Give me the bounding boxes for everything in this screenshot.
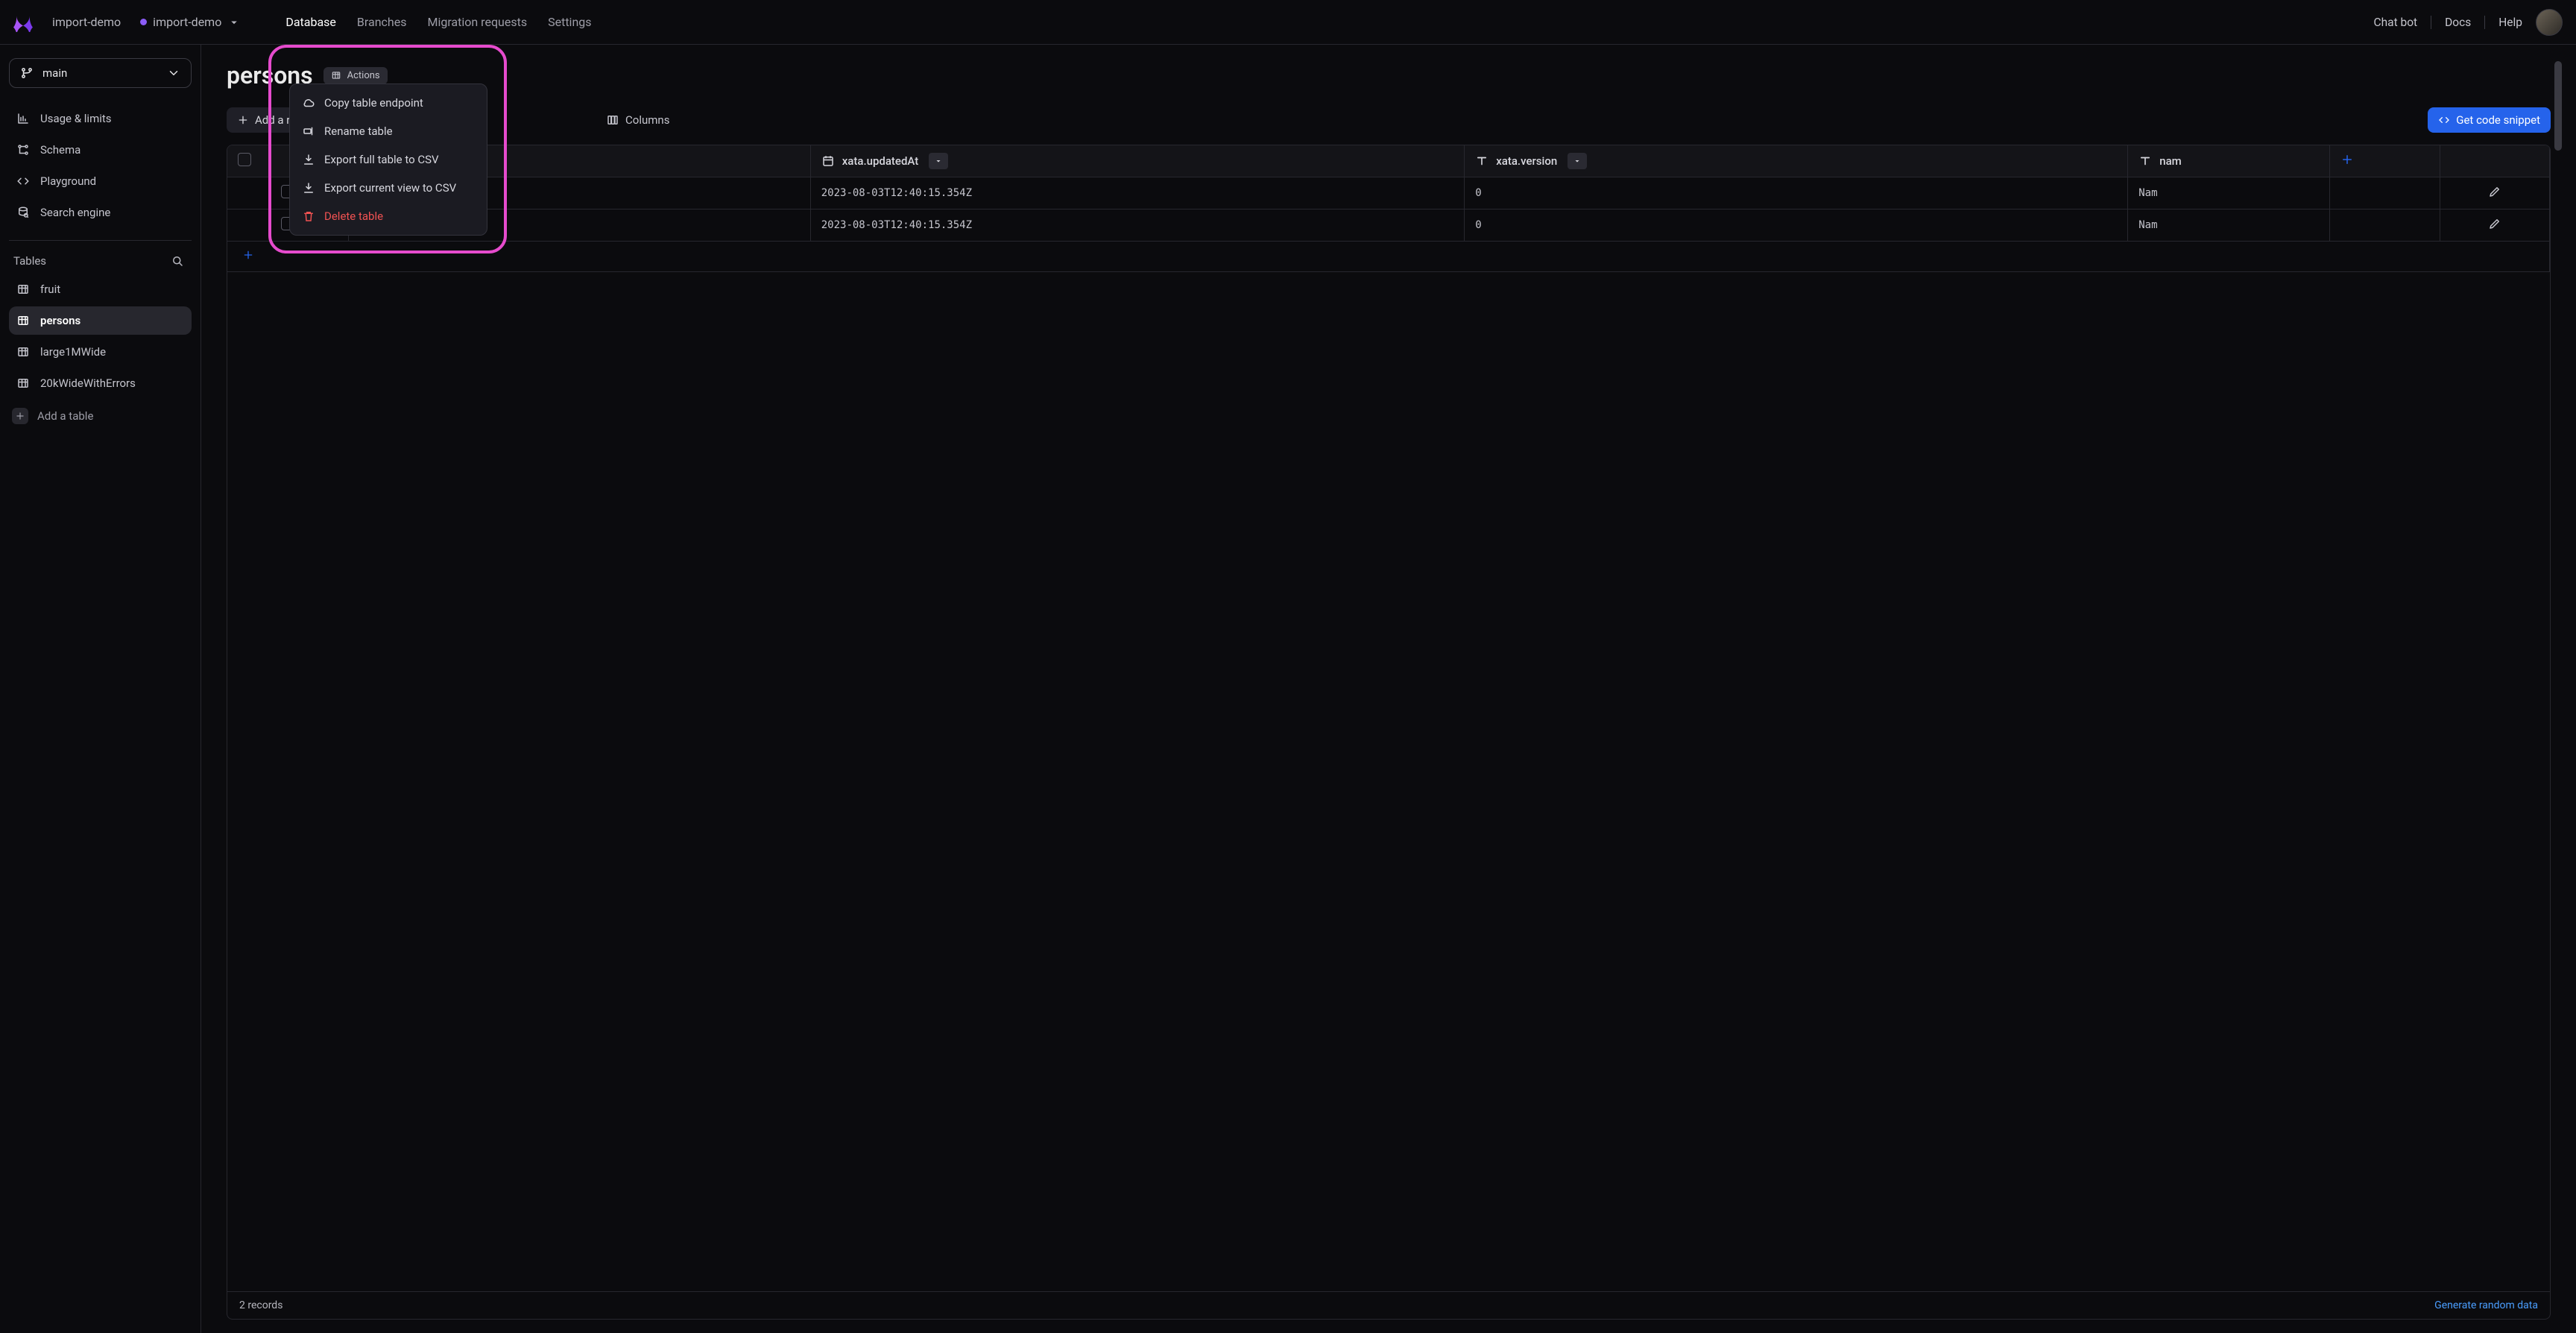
title-row: persons Actions [227, 61, 2551, 89]
code-icon [16, 174, 30, 188]
generate-random-data-link[interactable]: Generate random data [2434, 1299, 2538, 1311]
sidebar: main Usage & limits Schema Playground Searc… [0, 45, 201, 1333]
table-icon [16, 283, 30, 296]
caret-down-icon [227, 16, 241, 29]
table-row[interactable]: rec_cjpadding15.354Z 2023-08-03T12:40:15… [227, 209, 2550, 242]
cell-version[interactable]: 0 [1465, 209, 2128, 242]
record-count: 2 records [239, 1299, 282, 1311]
cell-name[interactable]: Nam [2128, 209, 2330, 242]
topbar-right: Chat bot Docs Help [2374, 9, 2563, 36]
actions-label: Actions [347, 70, 380, 81]
add-table-button[interactable]: Add a table [9, 400, 192, 432]
menu-item-export-current-view-to-csv[interactable]: Export current view to CSV [290, 174, 487, 202]
user-avatar[interactable] [2536, 9, 2563, 36]
status-bar: 2 records Generate random data [227, 1292, 2551, 1320]
branch-icon [20, 66, 34, 80]
rename-icon [302, 125, 315, 138]
table-icon [331, 70, 341, 81]
topnav-item-migration-requests[interactable]: Migration requests [427, 15, 527, 29]
column-header-xata-version[interactable]: xata.version [1465, 145, 2128, 177]
edit-row-button[interactable] [2488, 217, 2501, 230]
column-menu-button[interactable] [929, 153, 948, 169]
download-icon [302, 153, 315, 166]
actions-menu: Copy table endpointRename tableExport fu… [289, 83, 487, 236]
table-icon [16, 314, 30, 327]
table-list: fruit persons large1MWide 20kWideWithErrors [9, 275, 192, 397]
topnav-item-settings[interactable]: Settings [548, 15, 591, 29]
column-menu-button[interactable] [1568, 153, 1587, 169]
table-icon [16, 345, 30, 359]
table-icon [16, 376, 30, 390]
menu-item-rename-table[interactable]: Rename table [290, 117, 487, 145]
menu-item-copy-table-endpoint[interactable]: Copy table endpoint [290, 89, 487, 117]
docs-link[interactable]: Docs [2445, 16, 2471, 29]
sidebar-nav: Usage & limits Schema Playground Search eng… [9, 104, 192, 241]
toolbar: Add a record Columns Get code snippet [227, 107, 2551, 133]
column-type-icon [1475, 154, 1489, 168]
code-icon [2438, 114, 2450, 126]
app-logo-icon[interactable] [13, 13, 33, 32]
table-item-persons[interactable]: persons [9, 306, 192, 335]
search-db-icon [16, 206, 30, 219]
sidebar-item-search-engine[interactable]: Search engine [9, 198, 192, 227]
cell-version[interactable]: 0 [1465, 177, 2128, 209]
database-name: import-demo [153, 15, 221, 29]
help-link[interactable]: Help [2498, 16, 2522, 29]
cell-name[interactable]: Nam [2128, 177, 2330, 209]
branch-selector[interactable]: main [9, 58, 192, 88]
plus-icon [242, 249, 254, 261]
sidebar-item-usage-limits[interactable]: Usage & limits [9, 104, 192, 133]
edit-row-button[interactable] [2488, 185, 2501, 198]
tables-title: Tables [13, 254, 46, 268]
chat-bot-link[interactable]: Chat bot [2374, 16, 2418, 29]
menu-item-export-full-table-to-csv[interactable]: Export full table to CSV [290, 145, 487, 174]
plus-icon [12, 408, 28, 424]
get-code-snippet-button[interactable]: Get code snippet [2428, 107, 2551, 133]
topnav-item-database[interactable]: Database [285, 15, 336, 29]
column-header-xata-updatedAt[interactable]: xata.updatedAt [810, 145, 1464, 177]
trash-icon [302, 209, 315, 223]
plus-icon [237, 114, 249, 126]
actions-button[interactable]: Actions [323, 67, 388, 84]
top-nav: Database Branches Migration requests Settin… [285, 15, 591, 29]
table-item-fruit[interactable]: fruit [9, 275, 192, 303]
database-selector[interactable]: import-demo [140, 15, 241, 29]
topnav-item-branches[interactable]: Branches [357, 15, 407, 29]
project-name[interactable]: import-demo [52, 15, 121, 29]
sidebar-item-playground[interactable]: Playground [9, 167, 192, 195]
db-status-dot-icon [140, 19, 147, 25]
cell-updated-at[interactable]: 2023-08-03T12:40:15.354Z [810, 209, 1464, 242]
column-type-icon [2138, 154, 2152, 168]
add-row-button[interactable] [227, 242, 2550, 272]
vertical-scrollbar[interactable] [2548, 45, 2569, 1333]
search-tables-icon[interactable] [171, 254, 184, 268]
column-header-name[interactable]: nam [2128, 145, 2330, 177]
add-table-label: Add a table [37, 409, 93, 423]
cell-updated-at[interactable]: 2023-08-03T12:40:15.354Z [810, 177, 1464, 209]
add-column-button[interactable] [2340, 153, 2354, 166]
table-item-large1MWide[interactable]: large1MWide [9, 338, 192, 366]
columns-button[interactable]: Columns [599, 107, 677, 133]
columns-icon [606, 113, 619, 127]
table-item-20kWideWithErrors[interactable]: 20kWideWithErrors [9, 369, 192, 397]
tables-header: Tables [9, 241, 192, 275]
schema-icon [16, 143, 30, 157]
download-icon [302, 181, 315, 195]
main: persons Actions Add a record Columns [201, 45, 2576, 1333]
chart-icon [16, 112, 30, 125]
cloud-icon [302, 96, 315, 110]
chevron-down-icon [167, 66, 180, 80]
select-all-checkbox[interactable] [238, 153, 251, 166]
columns-label: Columns [625, 113, 669, 127]
code-snippet-label: Get code snippet [2456, 113, 2540, 127]
branch-name: main [42, 66, 67, 80]
column-type-icon [821, 154, 835, 168]
sidebar-item-schema[interactable]: Schema [9, 136, 192, 164]
data-grid: id xata.updatedAt xata.version nam rec_c… [227, 145, 2551, 1292]
menu-item-delete-table[interactable]: Delete table [290, 202, 487, 230]
table-row[interactable]: rec_cjpadding15.354Z 2023-08-03T12:40:15… [227, 177, 2550, 209]
topbar: import-demo import-demo Database Branches… [0, 0, 2576, 45]
